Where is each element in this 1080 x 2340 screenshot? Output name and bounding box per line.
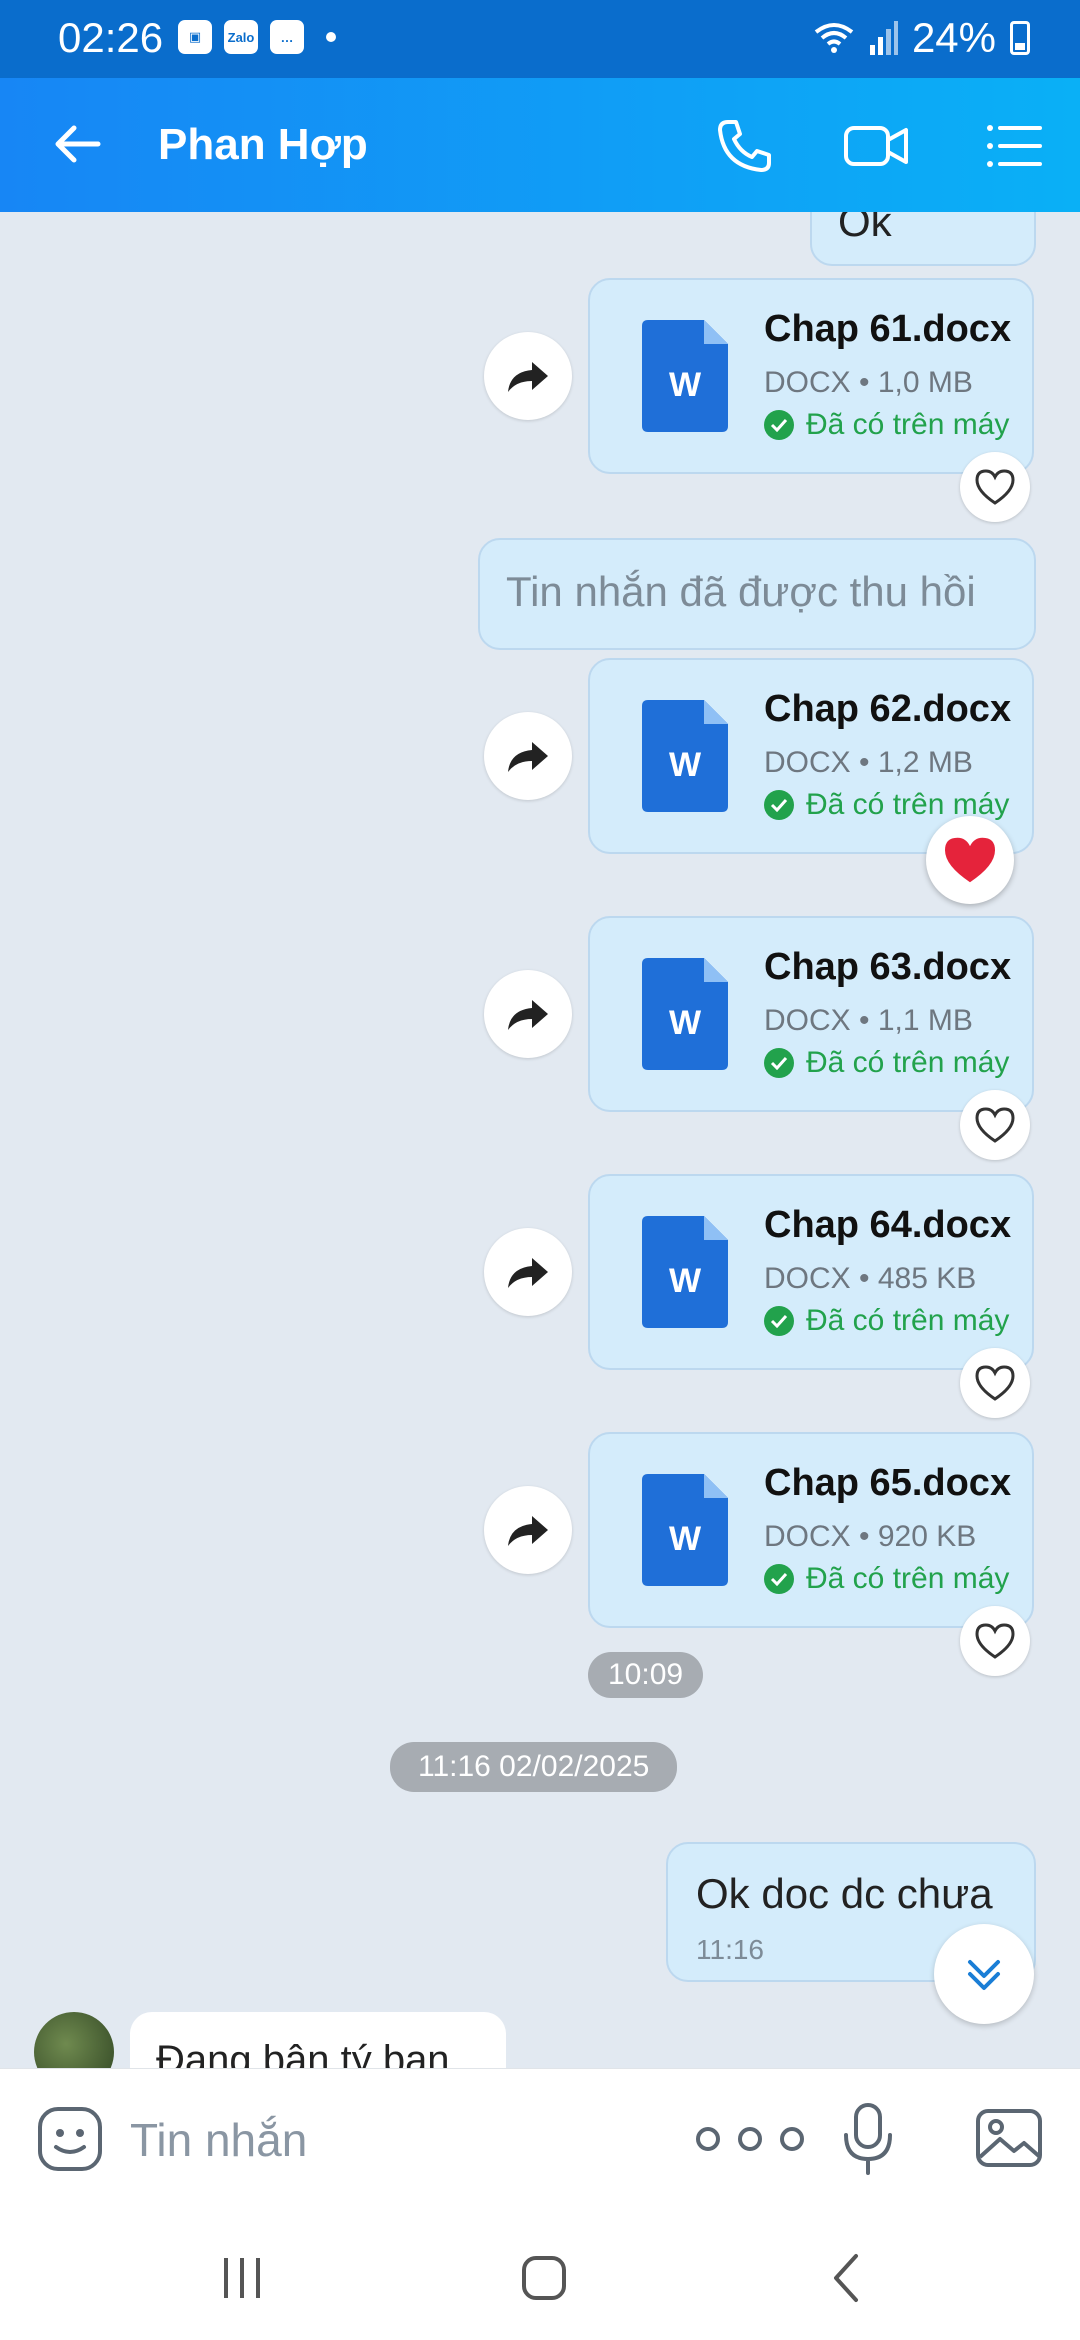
file-status-text: Đã có trên máy xyxy=(806,1046,1010,1079)
message-bubble[interactable]: Ok xyxy=(810,212,1036,266)
emoji-icon[interactable] xyxy=(36,2105,104,2173)
heart-icon xyxy=(975,469,1015,505)
file-status: Đã có trên máy xyxy=(764,1304,1009,1338)
share-forward-icon xyxy=(508,1516,548,1546)
svg-text:W: W xyxy=(669,1262,702,1300)
notification-icons: ▣ Zalo … xyxy=(178,20,336,54)
share-forward-icon xyxy=(508,362,548,392)
reaction-heart[interactable] xyxy=(926,816,1014,904)
react-button[interactable] xyxy=(960,452,1030,522)
file-message[interactable]: W Chap 61.docx DOCX • 1,0 MB Đã có trên … xyxy=(588,278,1034,474)
phone-icon[interactable] xyxy=(712,114,776,178)
check-circle-icon xyxy=(764,1048,794,1078)
status-bar: 02:26 ▣ Zalo … 24% xyxy=(0,0,1080,78)
file-meta: DOCX • 920 KB xyxy=(764,1520,977,1553)
message-list[interactable]: Ok W Chap 61.docx DOCX • 1,0 MB Đã có tr… xyxy=(0,212,1080,2068)
file-name: Chap 62.docx xyxy=(764,688,1012,730)
file-status-text: Đã có trên máy xyxy=(806,1562,1010,1595)
react-button[interactable] xyxy=(960,1606,1030,1676)
react-button[interactable] xyxy=(960,1090,1030,1160)
system-nav-bar xyxy=(0,2208,1080,2340)
word-doc-icon: W xyxy=(642,320,728,432)
recalled-text: Tin nhắn đã được thu hồi xyxy=(506,568,976,615)
file-meta: DOCX • 1,1 MB xyxy=(764,1004,973,1037)
home-icon[interactable] xyxy=(514,2248,574,2308)
avatar[interactable] xyxy=(34,2012,114,2068)
menu-list-icon[interactable] xyxy=(982,114,1046,178)
check-circle-icon xyxy=(764,1564,794,1594)
message-time: 11:16 xyxy=(696,1934,764,1965)
heart-icon xyxy=(975,1107,1015,1143)
heart-icon xyxy=(975,1623,1015,1659)
heart-icon xyxy=(975,1365,1015,1401)
file-name: Chap 65.docx xyxy=(764,1462,1012,1504)
message-notif-icon: … xyxy=(270,20,304,54)
back-arrow-icon[interactable] xyxy=(48,114,108,174)
mic-icon[interactable] xyxy=(840,2101,896,2177)
message-text: Ok xyxy=(838,212,892,245)
file-message[interactable]: W Chap 64.docx DOCX • 485 KB Đã có trên … xyxy=(588,1174,1034,1370)
message-input-bar: Tin nhắn xyxy=(0,2068,1080,2208)
share-button[interactable] xyxy=(484,1486,572,1574)
svg-text:W: W xyxy=(669,1004,702,1042)
incoming-message[interactable]: Đang bận tý bạn xyxy=(130,2012,506,2068)
chat-header: Phan Hợp xyxy=(0,78,1080,212)
message-input[interactable]: Tin nhắn xyxy=(130,2113,307,2167)
share-button[interactable] xyxy=(484,1228,572,1316)
check-circle-icon xyxy=(764,410,794,440)
file-status: Đã có trên máy xyxy=(764,408,1009,442)
status-right: 24% xyxy=(812,14,1030,62)
red-heart-icon xyxy=(945,837,995,883)
svg-text:W: W xyxy=(669,366,702,404)
check-circle-icon xyxy=(764,790,794,820)
notif-dot-icon xyxy=(326,32,336,42)
file-status: Đã có trên máy xyxy=(764,1046,1009,1080)
nav-back-icon[interactable] xyxy=(818,2248,878,2308)
file-name: Chap 61.docx xyxy=(764,308,1012,350)
file-message[interactable]: W Chap 65.docx DOCX • 920 KB Đã có trên … xyxy=(588,1432,1034,1628)
recalled-message[interactable]: Tin nhắn đã được thu hồi xyxy=(478,538,1036,650)
svg-text:W: W xyxy=(669,1520,702,1558)
gallery-icon[interactable] xyxy=(974,2103,1044,2173)
message-text: Đang bận tý bạn xyxy=(156,2038,450,2068)
chevron-double-down-icon xyxy=(968,1960,1000,1990)
message-text: Ok doc dc chưa xyxy=(696,1870,993,1917)
file-status: Đã có trên máy xyxy=(764,1562,1009,1596)
status-time: 02:26 xyxy=(58,14,164,61)
scroll-to-bottom-button[interactable] xyxy=(934,1924,1034,2024)
date-separator: 11:16 02/02/2025 xyxy=(390,1742,678,1792)
recent-apps-icon[interactable] xyxy=(212,2248,272,2308)
gallery-notif-icon: ▣ xyxy=(178,20,212,54)
share-forward-icon xyxy=(508,1258,548,1288)
zalo-notif-icon: Zalo xyxy=(224,20,258,54)
more-dots-icon[interactable] xyxy=(690,2117,810,2161)
battery-icon xyxy=(1010,21,1030,55)
file-meta: DOCX • 485 KB xyxy=(764,1262,977,1295)
file-status-text: Đã có trên máy xyxy=(806,1304,1010,1337)
share-button[interactable] xyxy=(484,332,572,420)
share-button[interactable] xyxy=(484,712,572,800)
file-message[interactable]: W Chap 63.docx DOCX • 1,1 MB Đã có trên … xyxy=(588,916,1034,1112)
file-meta: DOCX • 1,0 MB xyxy=(764,366,973,399)
svg-text:W: W xyxy=(669,746,702,784)
file-name: Chap 63.docx xyxy=(764,946,1012,988)
share-forward-icon xyxy=(508,742,548,772)
contact-name[interactable]: Phan Hợp xyxy=(158,120,368,170)
file-status-text: Đã có trên máy xyxy=(806,408,1010,441)
file-meta: DOCX • 1,2 MB xyxy=(764,746,973,779)
check-circle-icon xyxy=(764,1306,794,1336)
word-doc-icon: W xyxy=(642,1216,728,1328)
react-button[interactable] xyxy=(960,1348,1030,1418)
file-name: Chap 64.docx xyxy=(764,1204,1012,1246)
wifi-icon xyxy=(814,23,854,53)
word-doc-icon: W xyxy=(642,700,728,812)
word-doc-icon: W xyxy=(642,958,728,1070)
message-time-pill: 10:09 xyxy=(588,1652,704,1698)
signal-icon xyxy=(869,21,898,55)
share-button[interactable] xyxy=(484,970,572,1058)
word-doc-icon: W xyxy=(642,1474,728,1586)
share-forward-icon xyxy=(508,1000,548,1030)
battery-percent: 24% xyxy=(911,14,996,61)
video-call-icon[interactable] xyxy=(842,114,912,178)
